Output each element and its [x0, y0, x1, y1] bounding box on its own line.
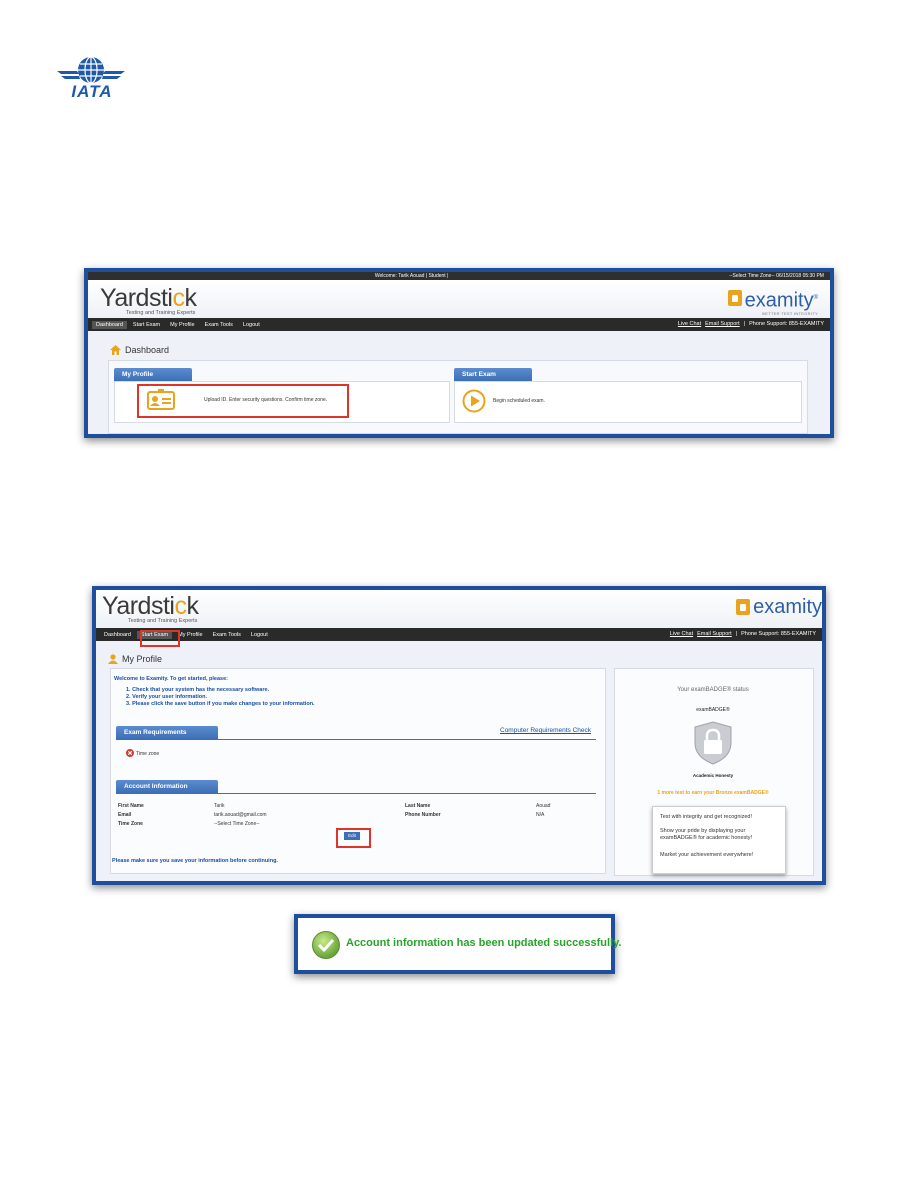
badge-card-line-3: Market your achievement everywhere! — [660, 852, 754, 858]
top-status-bar: Welcome: Tarik Aouad | Student | --Selec… — [88, 272, 830, 280]
first-name-value[interactable]: Tarik — [214, 803, 225, 809]
badge-earn-line: 1 more test to earn your Bronze examBADG… — [657, 790, 769, 796]
time-zone-requirement: Time zone — [136, 751, 160, 757]
lock-icon — [736, 599, 751, 615]
last-name-label: Last Name — [405, 803, 431, 809]
tab-exam-requirements: Exam Requirements — [116, 726, 218, 739]
last-name-value[interactable]: Aouad — [536, 803, 550, 809]
user-icon — [108, 654, 118, 664]
phone-value[interactable]: N/A — [536, 812, 544, 818]
nav-logout[interactable]: Logout — [239, 321, 264, 329]
badge-caption: Academic Honesty — [692, 773, 734, 778]
nav-exam-tools[interactable]: Exam Tools — [201, 321, 237, 329]
site-header: Yardstick Testing and Training Experts e… — [88, 280, 830, 318]
yardstick-tagline: Testing and Training Experts — [128, 618, 198, 624]
success-message: Account information has been updated suc… — [346, 937, 622, 949]
phone-support: Phone Support: 855-EXAMITY — [741, 631, 816, 637]
save-reminder: Please make sure you save your informati… — [112, 858, 278, 864]
yardstick-tagline: Testing and Training Experts — [126, 310, 196, 316]
nav-dashboard[interactable]: Dashboard — [100, 631, 135, 639]
badge-status-title: Your examBADGE® status — [677, 687, 749, 693]
phone-label: Phone Number — [405, 812, 441, 818]
live-chat-link[interactable]: Live Chat — [670, 631, 693, 637]
nav-start-exam[interactable]: Start Exam — [129, 321, 164, 329]
email-support-link[interactable]: Email Support — [705, 321, 740, 327]
tab-my-profile[interactable]: My Profile — [114, 368, 192, 381]
step-3: 3. Please click the save button if you m… — [126, 701, 315, 707]
first-name-label: First Name — [118, 803, 144, 809]
time-zone-label: Time Zone — [118, 821, 143, 827]
welcome-heading: Welcome to Examity. To get started, plea… — [114, 676, 229, 682]
nav-logout[interactable]: Logout — [247, 631, 272, 639]
time-zone-select[interactable]: --Select Time Zone-- — [214, 821, 260, 827]
yardstick-logo: Yardstick Testing and Training Experts — [102, 592, 199, 625]
examity-logo: examity — [736, 597, 822, 617]
error-x-icon — [126, 749, 134, 757]
badge-card-line-2: Show your pride by displaying your examB… — [660, 828, 753, 841]
home-icon — [110, 345, 121, 355]
welcome-text: Welcome: Tarik Aouad | Student | — [374, 273, 449, 279]
id-card-icon — [147, 389, 175, 410]
dashboard-screenshot: Welcome: Tarik Aouad | Student | --Selec… — [84, 268, 834, 438]
live-chat-link[interactable]: Live Chat — [678, 321, 701, 327]
badge-name: examBADGE® — [696, 707, 730, 713]
profile-instructions: Upload ID. Enter security questions. Con… — [204, 397, 328, 403]
email-value[interactable]: tarik.aouad@gmail.com — [214, 812, 267, 818]
play-icon — [462, 389, 486, 413]
email-label: Email — [118, 812, 132, 818]
page-title: My Profile — [108, 654, 162, 664]
start-exam-instructions: Begin scheduled exam. — [493, 398, 545, 404]
success-notification: Account information has been updated suc… — [294, 914, 621, 974]
site-header: Yardstick Testing and Training Experts e… — [96, 590, 822, 628]
my-profile-screenshot: Yardstick Testing and Training Experts e… — [92, 586, 826, 885]
nav-exam-tools[interactable]: Exam Tools — [209, 631, 245, 639]
phone-support: Phone Support: 855-EXAMITY — [749, 321, 824, 327]
checkmark-icon — [312, 931, 340, 959]
tab-start-exam[interactable]: Start Exam — [454, 368, 532, 381]
main-nav: Dashboard Start Exam My Profile Exam Too… — [88, 318, 830, 331]
computer-requirements-link[interactable]: Computer Requirements Check — [500, 727, 591, 734]
yardstick-logo: Yardstick Testing and Training Experts — [100, 284, 197, 317]
badge-card-line-1: Test with integrity and get recognized! — [660, 814, 753, 820]
email-support-link[interactable]: Email Support — [697, 631, 732, 637]
iata-logo: IATA — [55, 55, 127, 101]
examity-logo: examity® BETTER TEST INTEGRITY — [727, 288, 818, 316]
shield-lock-icon — [694, 721, 732, 765]
iata-wordmark: IATA — [71, 82, 113, 101]
timezone-datetime: --Select Time Zone-- 06/15/2018 05:30 PM — [729, 273, 824, 279]
page-title: Dashboard — [110, 345, 169, 355]
main-nav: Dashboard Start Exam My Profile Exam Too… — [96, 628, 822, 641]
start-exam-highlight — [140, 630, 180, 647]
tab-account-information: Account Information — [116, 780, 218, 793]
nav-dashboard[interactable]: Dashboard — [92, 320, 127, 329]
nav-my-profile[interactable]: My Profile — [166, 321, 198, 329]
step-1: 1. Check that your system has the necess… — [126, 687, 270, 693]
lock-icon — [727, 290, 742, 306]
step-2: 2. Verify your user information. — [126, 694, 207, 700]
save-button[interactable]: Edit — [344, 832, 360, 840]
